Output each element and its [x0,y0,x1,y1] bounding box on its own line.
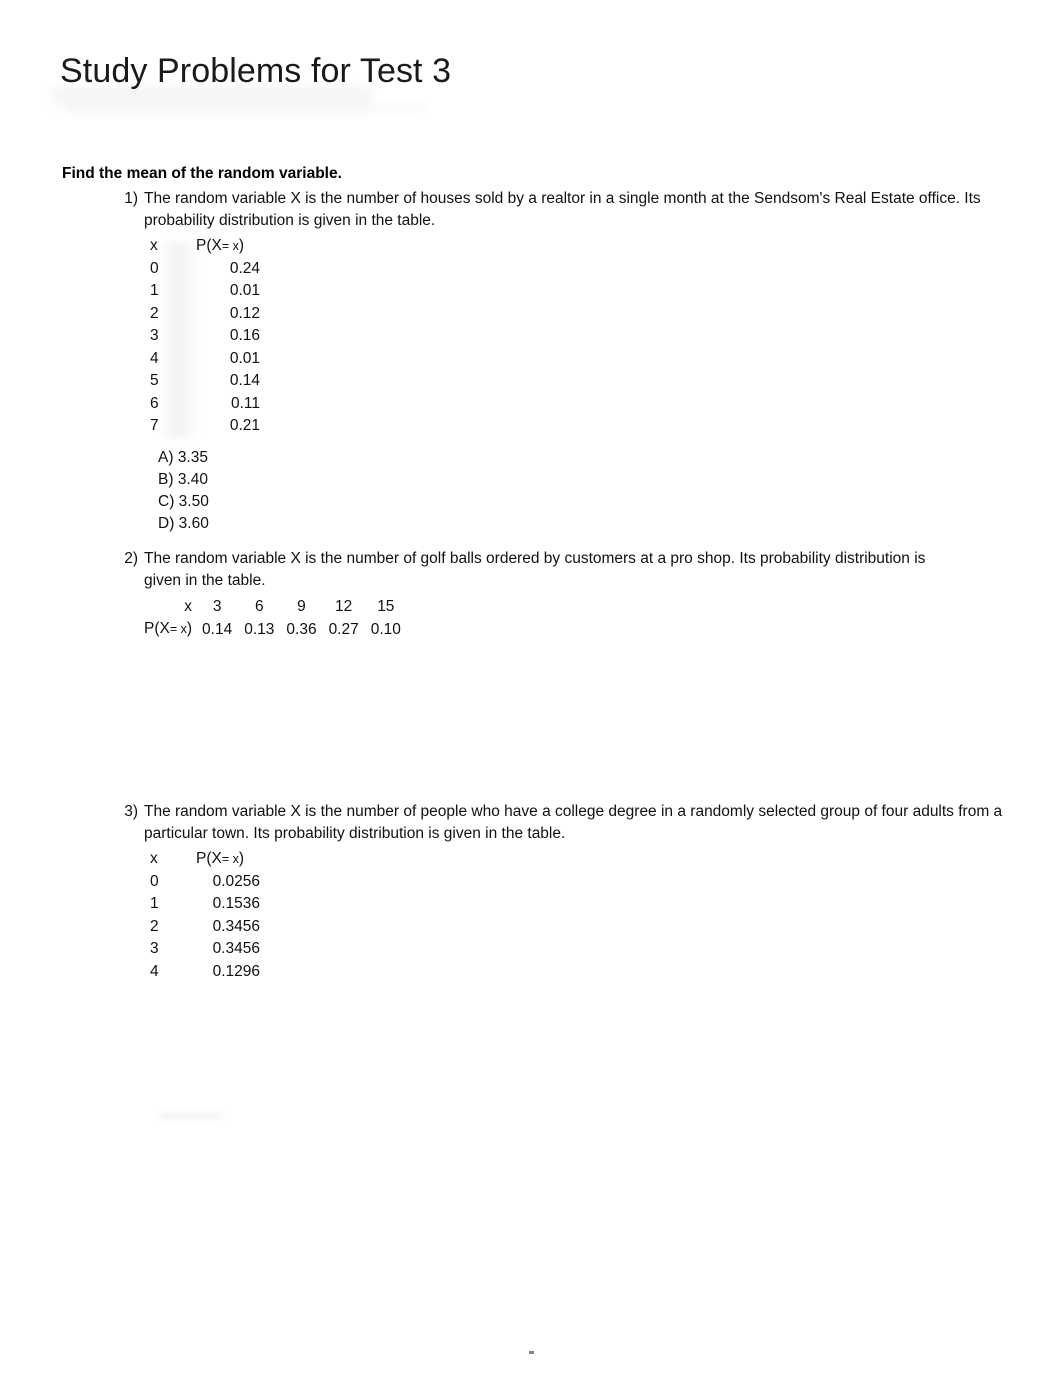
row-label-x: x [184,598,193,615]
cell-probability: 0.10 [370,620,401,638]
cell-probability: 0.01 [229,282,260,299]
cell-x: 7 [150,417,159,434]
cell-probability: 0.1296 [212,962,260,980]
row-label-probability: P(X= x) [144,618,196,641]
table-row: 7 0.21 [144,416,260,439]
column-header-probability: P(X= x) [184,236,260,259]
choice-letter: C) [158,492,175,510]
column-header-x: x [150,850,158,867]
probability-table-3: x P(X= x) 0 0.0256 1 0.1536 2 0.3456 3 0.345… [144,849,260,984]
ph-prefix: P(X [196,237,222,254]
problem-number-2: 2) [124,550,138,567]
table-row: 1 0.1536 [144,894,260,917]
table-row: 6 0.11 [144,394,260,417]
cell-x: 1 [150,895,159,912]
cell-x: 5 [150,372,159,389]
footer-page-mark [529,1351,534,1354]
choice-letter: A) [158,448,174,466]
cell-x: 0 [150,259,159,277]
table-row: 4 0.01 [144,349,260,372]
cell-x: 9 [297,598,306,615]
table-row-probabilities: P(X= x) 0.14 0.13 0.36 0.27 0.10 [144,618,407,641]
table-row: 3 0.16 [144,326,260,349]
problem-text-1: The random variable X is the number of h… [144,190,981,229]
table-row-x-values: x 3 6 9 12 15 [144,596,407,618]
answer-choices-1: A) 3.35 B) 3.40 C) 3.50 D) 3.60 [144,447,1034,535]
cell-probability: 0.14 [229,372,260,389]
table-row: 2 0.3456 [144,917,260,940]
cell-probability: 0.21 [229,417,260,434]
probability-table-2: x 3 6 9 12 15 P(X= x) 0.14 0.13 0.36 0.2… [144,596,407,641]
choice-value: 3.35 [177,448,208,466]
cell-probability: 0.0256 [212,872,260,890]
column-header-x: x [150,237,158,254]
choice-letter: B) [158,470,174,488]
table-row: 1 0.01 [144,281,260,304]
problem-number-3: 3) [124,803,138,820]
table-row: 4 0.1296 [144,962,260,985]
choice-letter: D) [158,514,175,532]
cell-probability: 0.13 [244,620,275,638]
probability-table-1: x P(X= x) 0 0.24 1 0.01 2 0.12 3 0.16 4 0.01 … [144,236,260,439]
cell-probability: 0.27 [328,620,359,638]
page-title: Study Problems for Test 3 [60,52,452,90]
ph-prefix: P(X [196,850,222,867]
cell-probability: 0.3456 [212,917,260,935]
cell-probability: 0.14 [202,620,233,638]
cell-probability: 0.24 [229,259,260,277]
scan-smudge-artifact [160,1112,222,1119]
problem-text-3: The random variable X is the number of p… [144,803,1003,842]
ph-mid: = x [221,852,239,866]
ph-prefix: P(X [144,620,170,637]
table-row: 0 0.24 [144,259,260,282]
ph-suffix: ) [186,620,193,637]
section-heading: Find the mean of the random variable. [62,165,342,182]
column-header-probability: P(X= x) [184,849,260,872]
table-row: 0 0.0256 [144,872,260,895]
ph-mid: = x [221,239,239,253]
cell-x: 6 [254,598,264,615]
cell-x: 4 [150,349,159,367]
choice-value: 3.60 [178,514,209,532]
cell-probability: 0.11 [230,394,260,412]
cell-x: 0 [150,872,159,890]
ph-suffix: ) [238,237,245,254]
problem-text-2: The random variable X is the number of g… [144,550,926,589]
table-row: 3 0.3456 [144,939,260,962]
answer-choice-c[interactable]: C) 3.50 [158,491,1034,513]
cell-probability: 0.12 [229,304,260,322]
cell-x: 2 [150,304,159,322]
answer-choice-b[interactable]: B) 3.40 [158,469,1034,491]
table-header-row: x P(X= x) [144,849,260,872]
cell-probability: 0.1536 [212,895,260,912]
cell-probability: 0.01 [229,349,260,367]
cell-probability: 0.16 [229,327,260,344]
cell-x: 3 [150,327,159,344]
table-row: 2 0.12 [144,304,260,327]
table-row: 5 0.14 [144,371,260,394]
answer-choice-a[interactable]: A) 3.35 [158,447,1034,469]
cell-x: 3 [150,940,159,957]
answer-choice-d[interactable]: D) 3.60 [158,513,1034,535]
choice-value: 3.40 [177,470,208,488]
cell-probability: 0.3456 [212,940,260,957]
cell-x: 3 [212,598,222,615]
cell-x: 15 [377,598,395,615]
choice-value: 3.50 [178,492,209,510]
ph-mid: = x [169,622,187,636]
title-shadow-artifact-secondary [66,104,426,118]
problem-number-1: 1) [124,190,138,207]
title-shadow-artifact [52,88,372,114]
cell-x: 4 [150,962,159,980]
cell-x: 1 [150,282,159,299]
table-header-row: x P(X= x) [144,236,260,259]
worksheet-page: Study Problems for Test 3 Find the mean … [0,0,1062,1377]
cell-probability: 0.36 [286,620,317,638]
cell-x: 6 [150,394,159,412]
cell-x: 12 [335,598,353,615]
cell-x: 2 [150,917,159,935]
ph-suffix: ) [238,850,245,867]
